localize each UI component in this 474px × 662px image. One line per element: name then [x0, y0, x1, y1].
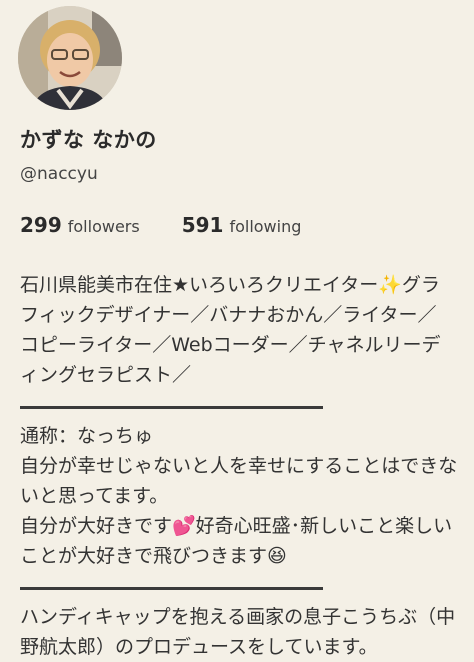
follow-stats: 299 followers 591 following — [20, 213, 301, 237]
avatar-photo — [18, 6, 122, 110]
profile-page: かずな なかの @naccyu 299 followers 591 follow… — [0, 0, 474, 658]
followers-label: followers — [67, 217, 140, 236]
username-handle: @naccyu — [20, 164, 98, 184]
bio-producer: ハンディキャップを抱える画家の息子こうちぶ（中野航太郎）のプロデュースをしていま… — [20, 606, 456, 658]
following-label: following — [229, 217, 302, 236]
display-name: かずな なかの — [20, 128, 157, 152]
bio-divider — [20, 406, 323, 409]
bio-intro: 石川県能美市在住★いろいろクリエイター✨グラフィックデザイナー／バナナおかん／ラ… — [20, 274, 441, 386]
bio-love: 自分が大好きです💕好奇心旺盛･新しいこと楽しいことが大好きで飛びつきます😆 — [20, 515, 453, 567]
followers-count: 299 — [20, 213, 62, 237]
bio: 石川県能美市在住★いろいろクリエイター✨グラフィックデザイナー／バナナおかん／ラ… — [20, 270, 460, 662]
bio-nickname: 通称：なっちゅ — [20, 425, 154, 447]
bio-divider — [20, 587, 323, 590]
following-count: 591 — [181, 213, 224, 237]
avatar[interactable] — [18, 6, 122, 110]
bio-happiness: 自分が幸せじゃないと人を幸せにすることはできないと思ってます。 — [20, 455, 458, 507]
followers-link[interactable]: 299 followers — [20, 213, 140, 237]
following-link[interactable]: 591 following — [182, 213, 302, 237]
